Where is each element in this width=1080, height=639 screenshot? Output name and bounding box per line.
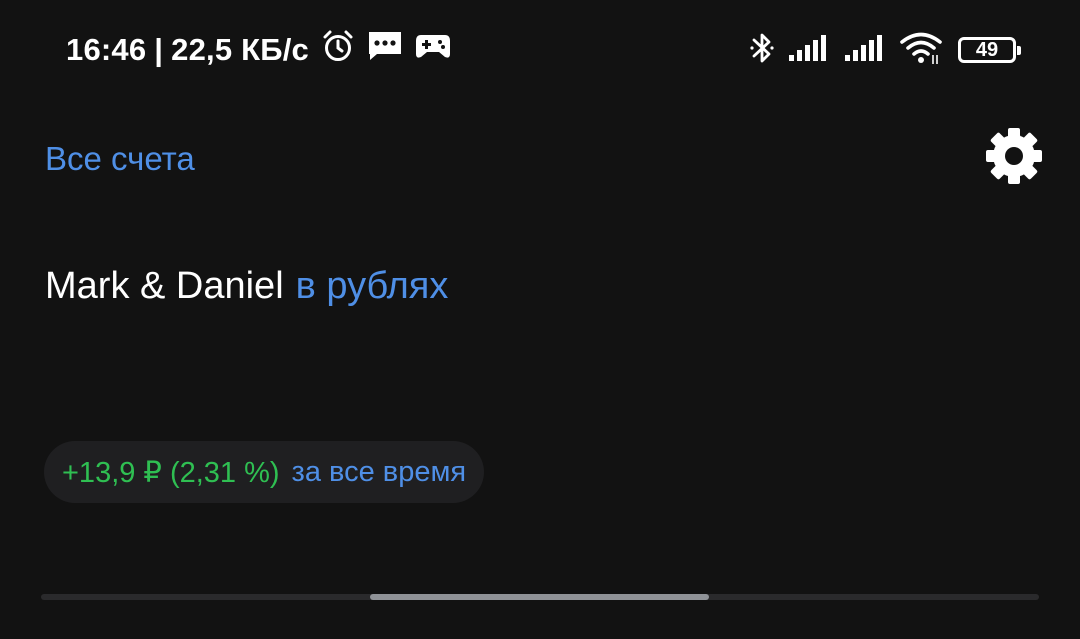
profit-period-selector[interactable]: за все время (292, 456, 467, 489)
wifi-icon (900, 31, 942, 70)
status-bar: 16:46 | 22,5 КБ/с 49 (0, 0, 1080, 100)
signal-icon (788, 33, 830, 68)
signal-icon (844, 33, 886, 68)
all-accounts-link[interactable]: Все счета (45, 138, 195, 180)
network-speed: 22,5 КБ/с (171, 32, 309, 67)
scroll-thumb[interactable] (370, 594, 709, 600)
app-screen: 16:46 | 22,5 КБ/с 49 Все счета Mark & Da… (0, 0, 1080, 639)
settings-button[interactable] (982, 126, 1046, 190)
status-separator: | (154, 32, 164, 67)
alarm-icon (321, 29, 355, 71)
status-left: 16:46 | 22,5 КБ/с (66, 30, 451, 70)
profit-value: +13,9 ₽ (2,31 %) (62, 456, 280, 489)
status-time: 16:46 (66, 32, 147, 67)
battery-icon: 49 (958, 37, 1021, 63)
gear-icon (984, 126, 1044, 191)
message-icon (367, 30, 403, 70)
status-right: 49 (736, 30, 1021, 70)
account-title: Mark & Daniel в рублях (45, 262, 448, 310)
bluetooth-icon (750, 31, 774, 70)
scroll-indicator[interactable] (41, 594, 1039, 600)
account-name: Mark & Daniel (45, 265, 284, 307)
profit-chip[interactable]: +13,9 ₽ (2,31 %) за все время (44, 441, 485, 503)
currency-selector[interactable]: в рублях (296, 265, 449, 307)
battery-level: 49 (975, 38, 999, 61)
gamepad-icon (415, 32, 451, 68)
